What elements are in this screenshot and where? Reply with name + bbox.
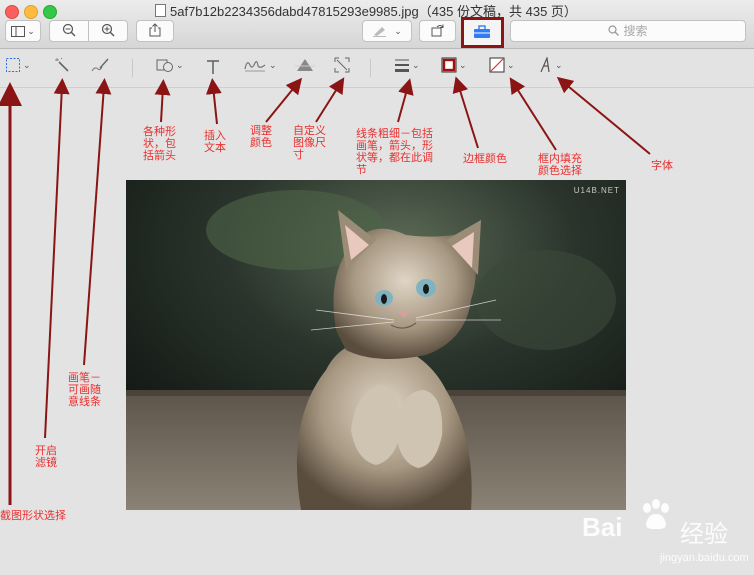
arrow-size (315, 77, 345, 123)
arrow-filter (44, 78, 70, 439)
prism-icon (295, 59, 315, 71)
cat-photo: U14B.NET (126, 180, 626, 510)
pen-icon (91, 58, 109, 72)
search-placeholder: 搜索 (623, 24, 648, 38)
adjust-size-tool[interactable] (334, 57, 350, 79)
baidu-brand-jingyan: 经验 (680, 520, 728, 548)
chevron-down-icon: ⌄ (176, 60, 184, 70)
zoom-in-icon (101, 23, 115, 37)
arrow-font (556, 76, 651, 155)
annotation-font: 字体 (651, 159, 673, 172)
text-style-tool[interactable]: ⌄ (539, 55, 563, 79)
markup-toolbar: ⌄ ⌄ ⌄ ⌄ ⌄ ⌄ ⌄ (0, 49, 754, 88)
chevron-down-icon: ⌄ (412, 60, 420, 70)
rotate-icon (431, 24, 443, 37)
share-icon (149, 23, 161, 37)
font-icon (540, 55, 550, 73)
cat-image (126, 180, 626, 510)
chevron-down-icon: ⌄ (23, 60, 31, 70)
arrow-border (452, 76, 479, 149)
annotation-border: 边框颜色 (463, 152, 507, 165)
toolbar-separator (132, 59, 133, 77)
highlighter-icon (373, 27, 387, 37)
magic-wand-icon (55, 57, 69, 72)
zoom-in-button[interactable] (88, 20, 128, 42)
window-titlebar: 5af7b12b2234356dabd47815293e9985.jpg（435… (0, 0, 754, 49)
baidu-brand: Bai (582, 512, 623, 542)
border-color-tool[interactable]: ⌄ (441, 57, 467, 79)
arrow-pen (83, 78, 112, 366)
fill-color-tool[interactable]: ⌄ (489, 57, 515, 79)
fill-color-icon (489, 57, 505, 73)
annotation-line: 线条粗细－包括 画笔，箭头，形 状等，都在此调 节 (356, 127, 433, 176)
document-icon (155, 4, 166, 17)
highlight-button[interactable]: ⌄ (362, 20, 412, 42)
instant-alpha-tool[interactable] (54, 57, 70, 79)
maximize-window-button[interactable] (43, 5, 57, 19)
annotation-crop-shape: 截图形状选择 (0, 509, 66, 522)
text-tool[interactable] (206, 57, 220, 79)
share-button[interactable] (136, 20, 174, 42)
search-icon (608, 25, 620, 36)
chevron-down-icon: ⌄ (394, 26, 402, 36)
resize-icon (334, 57, 350, 73)
border-color-icon (441, 57, 457, 73)
chevron-down-icon: ⌄ (27, 26, 35, 36)
signature-icon (244, 60, 266, 72)
chevron-down-icon: ⌄ (459, 60, 467, 70)
chevron-down-icon: ⌄ (269, 60, 277, 70)
minimize-window-button[interactable] (24, 5, 38, 19)
paw-icon (643, 499, 669, 530)
baidu-watermark: Bai 经验 jingyan.baidu.com (582, 496, 754, 575)
rectangular-selection-icon (6, 58, 20, 72)
window-title: 5af7b12b2234356dabd47815293e9985.jpg（435… (155, 1, 577, 20)
arrow-shapes (154, 79, 171, 123)
sketch-tool[interactable] (90, 57, 110, 79)
shape-style-tool[interactable]: ⌄ (394, 57, 420, 79)
annotation-size: 自定义 图像尺 寸 (293, 124, 326, 161)
shapes-icon (156, 59, 173, 72)
text-icon (207, 60, 219, 74)
toolbox-icon (474, 25, 490, 38)
window-title-text: 5af7b12b2234356dabd47815293e9985.jpg（435… (170, 4, 577, 19)
arrow-line (397, 78, 414, 123)
sign-tool[interactable]: ⌄ (243, 57, 277, 79)
zoom-out-icon (62, 23, 76, 37)
selection-tool[interactable]: ⌄ (5, 57, 31, 79)
arrow-text (205, 78, 222, 125)
chevron-down-icon: ⌄ (555, 60, 563, 70)
line-weight-icon (395, 59, 409, 72)
shapes-tool[interactable]: ⌄ (156, 57, 184, 79)
annotation-fill: 框内填充 颜色选择 (538, 152, 582, 177)
baidu-url: jingyan.baidu.com (660, 552, 749, 564)
annotation-pen: 画笔－ 可画随 意线条 (68, 371, 101, 408)
chevron-down-icon: ⌄ (507, 60, 515, 70)
image-watermark: U14B.NET (573, 186, 620, 195)
sidebar-view-button[interactable]: ⌄ (5, 20, 41, 42)
search-input[interactable]: 搜索 (510, 20, 746, 42)
markup-toolbar-button[interactable] (461, 17, 504, 48)
annotation-text: 插入 文本 (204, 129, 226, 154)
zoom-out-button[interactable] (49, 20, 89, 42)
toolbar-separator (370, 59, 371, 77)
close-window-button[interactable] (5, 5, 19, 19)
annotation-shapes: 各种形 状，包 括箭头 (143, 125, 176, 162)
annotation-filter: 开启 滤镜 (35, 444, 57, 469)
rotate-button[interactable] (419, 20, 456, 42)
adjust-color-tool[interactable] (295, 57, 315, 79)
arrow-fill (509, 77, 557, 151)
arrow-color (265, 77, 303, 123)
annotation-color: 调整 颜色 (250, 124, 272, 149)
sidebar-icon (11, 26, 26, 37)
